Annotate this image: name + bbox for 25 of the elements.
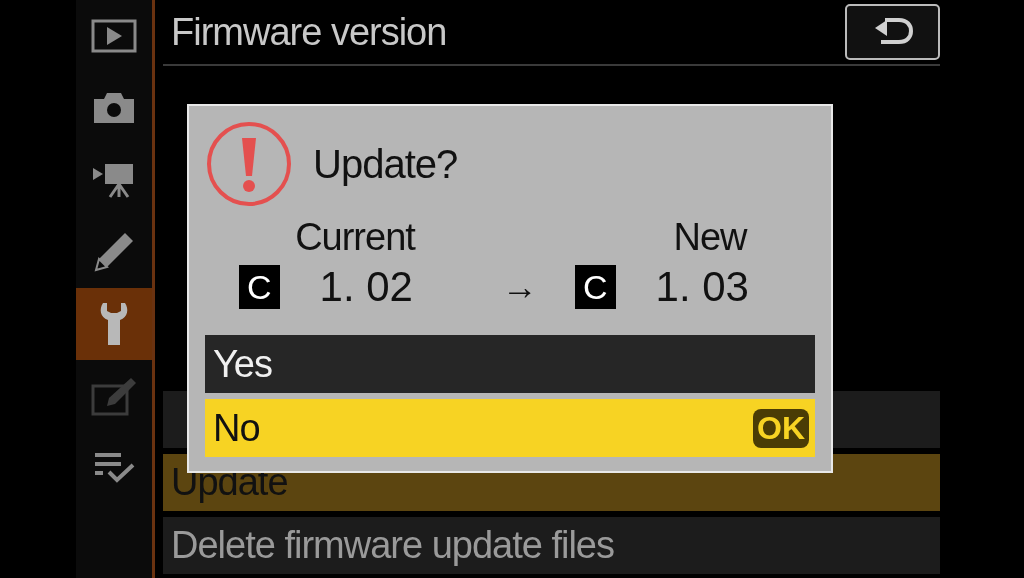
new-label: New [672, 216, 749, 259]
card-badge: C [575, 265, 616, 309]
wrench-icon [99, 301, 129, 347]
dialog-title: Update? [313, 141, 458, 187]
menu-item[interactable]: Delete firmware update files [163, 517, 940, 574]
new-version: 1. 03 [655, 263, 749, 311]
dialog-option[interactable]: Yes [205, 335, 815, 393]
retouch-icon [91, 376, 137, 416]
current-label: Current [294, 216, 417, 259]
option-label: Yes [213, 342, 272, 386]
card-badge: C [239, 265, 280, 309]
back-button[interactable] [845, 4, 940, 60]
ok-key-badge: OK [753, 408, 809, 448]
checklist-icon [93, 451, 135, 485]
arrow: → [501, 266, 539, 308]
wrench-tab[interactable] [76, 288, 152, 360]
camera-icon [92, 91, 136, 125]
option-label: No [213, 406, 260, 450]
movie-camera-icon [92, 162, 136, 198]
dialog-option[interactable]: No OK [205, 399, 815, 457]
screen-title: Firmware version [170, 10, 447, 54]
current-version: 1. 02 [319, 263, 413, 311]
play-icon [91, 19, 137, 53]
warning-icon [205, 120, 293, 208]
pencil-icon [93, 231, 135, 273]
